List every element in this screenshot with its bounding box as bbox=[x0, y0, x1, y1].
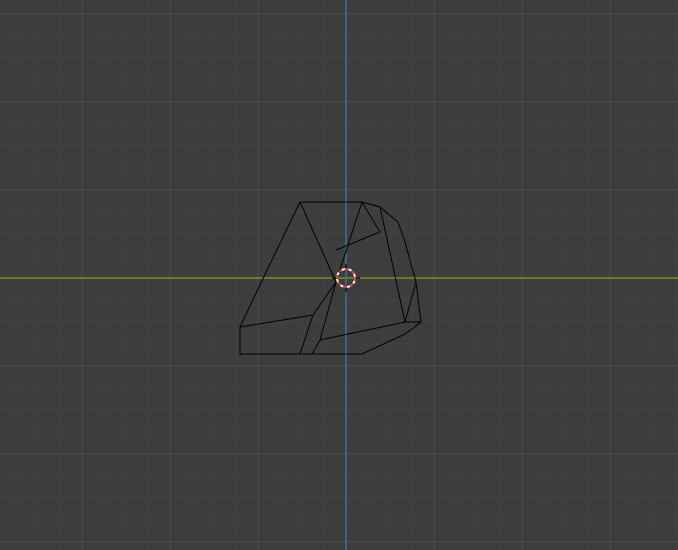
viewport-canvas[interactable] bbox=[0, 0, 678, 550]
mesh-edge bbox=[319, 281, 337, 341]
mesh-edge bbox=[311, 339, 321, 355]
mesh-edge bbox=[319, 321, 406, 341]
grid-major-lines bbox=[0, 0, 678, 550]
mesh-edge bbox=[335, 231, 381, 251]
3d-viewport[interactable] bbox=[0, 0, 678, 550]
grid-minor-lines bbox=[0, 0, 678, 550]
mesh-edge bbox=[379, 206, 406, 323]
mesh-edge bbox=[404, 281, 417, 323]
mesh-edge bbox=[299, 201, 337, 283]
